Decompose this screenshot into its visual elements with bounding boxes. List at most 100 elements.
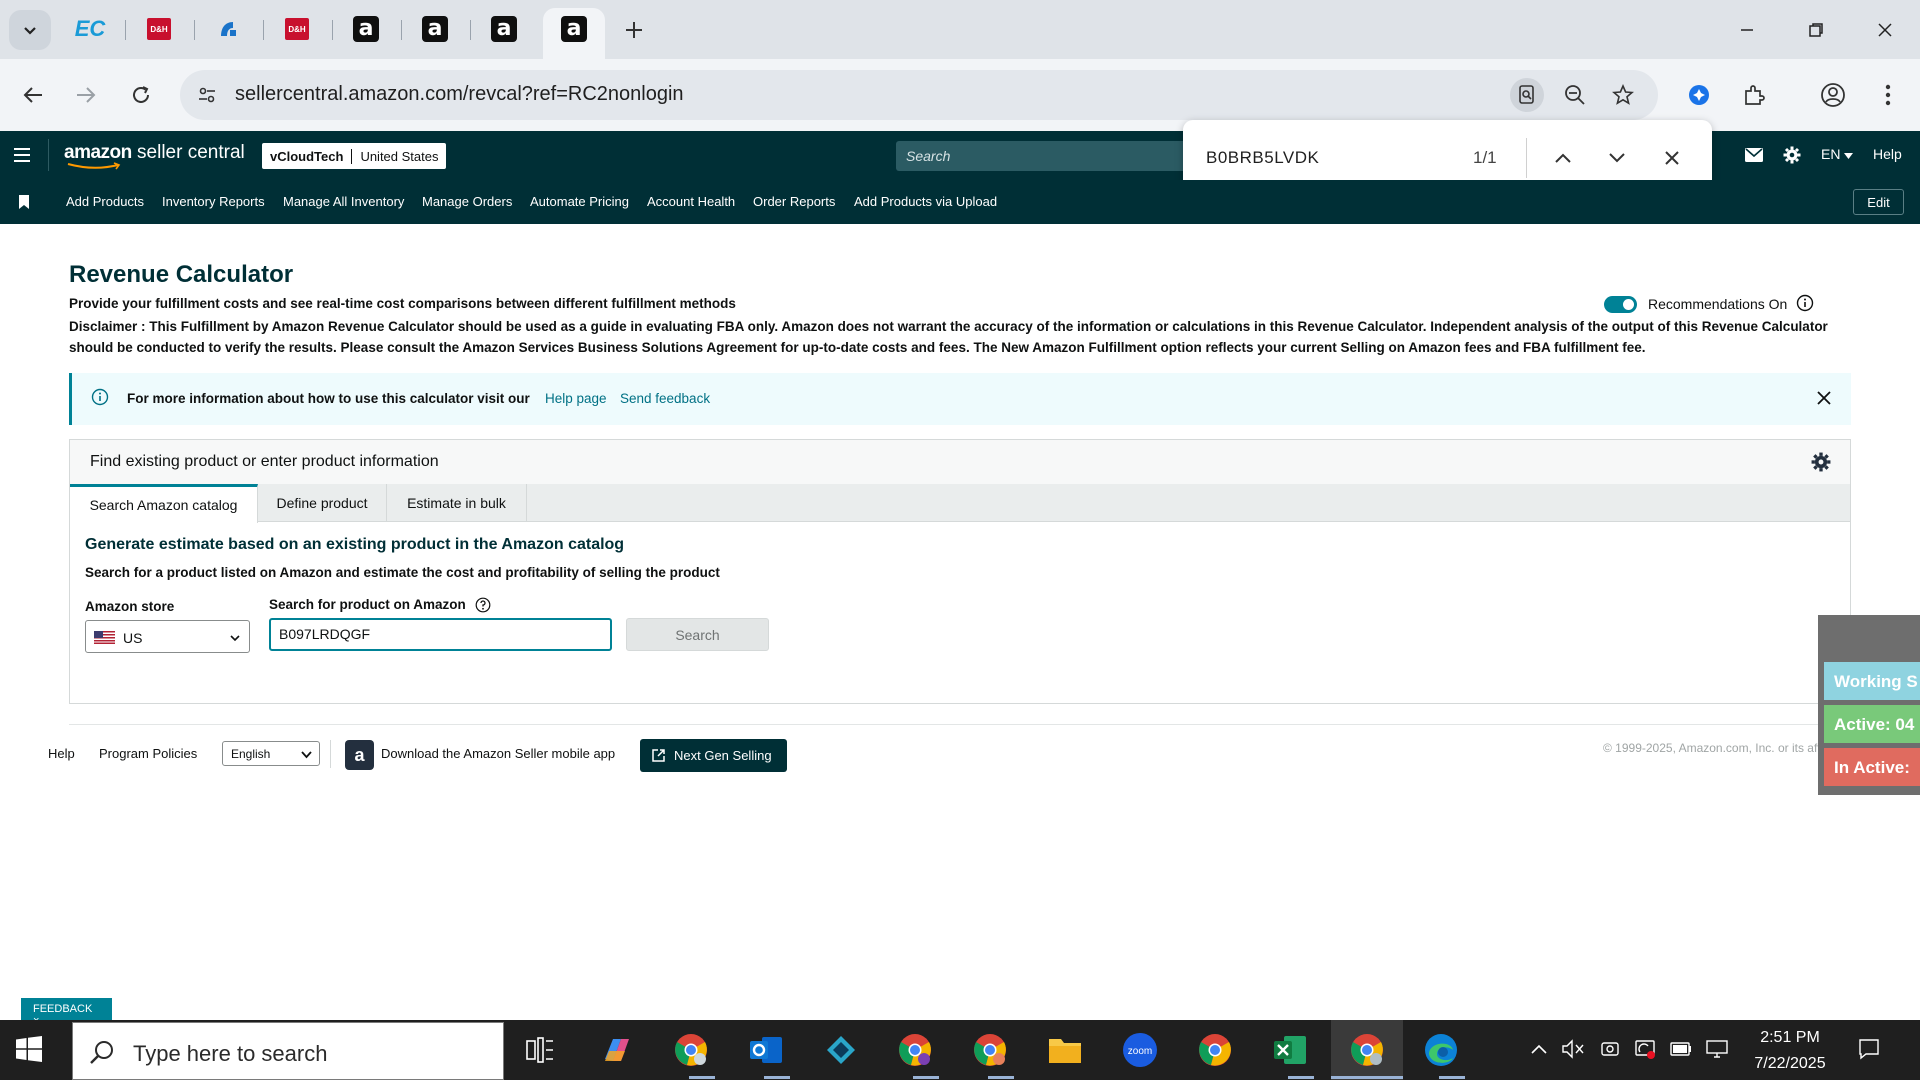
- footer-language-select[interactable]: English: [222, 741, 320, 766]
- nav-automate-pricing[interactable]: Automate Pricing: [530, 194, 629, 209]
- edge-app[interactable]: [1422, 1031, 1460, 1069]
- find-in-page-button[interactable]: [1510, 78, 1544, 112]
- update-tray-button[interactable]: [1634, 1038, 1656, 1060]
- clock-time: 2:51 PM: [1760, 1029, 1820, 1046]
- forward-button[interactable]: [66, 75, 106, 115]
- tray-overflow-button[interactable]: [1528, 1038, 1550, 1060]
- nav-inventory-reports[interactable]: Inventory Reports: [162, 194, 265, 209]
- info-icon[interactable]: [1796, 294, 1814, 312]
- tab-dh-1[interactable]: D&H: [143, 13, 175, 45]
- chrome-profile-app-3[interactable]: [971, 1031, 1009, 1069]
- taskbar-search-box[interactable]: Type here to search: [72, 1022, 504, 1080]
- nav-manage-all-inventory[interactable]: Manage All Inventory: [283, 194, 404, 209]
- nav-add-products[interactable]: Add Products: [66, 194, 144, 209]
- diamond-app[interactable]: [822, 1031, 860, 1069]
- meet-now-button[interactable]: [1599, 1038, 1621, 1060]
- nav-add-products-via-upload[interactable]: Add Products via Upload: [854, 194, 997, 209]
- taskbar-clock[interactable]: 2:51 PM 7/22/2025: [1745, 1025, 1835, 1077]
- extension-button[interactable]: [1679, 75, 1719, 115]
- nav-account-health[interactable]: Account Health: [647, 194, 735, 209]
- site-info-button[interactable]: [190, 78, 224, 112]
- tab-estimate-in-bulk[interactable]: Estimate in bulk: [387, 484, 527, 522]
- new-tab-button[interactable]: [620, 14, 648, 46]
- hamburger-menu-icon[interactable]: [12, 145, 32, 165]
- tab-search-button[interactable]: [9, 10, 51, 50]
- tab-amazon-3[interactable]: a: [488, 13, 520, 45]
- tab-amazon-active[interactable]: a: [543, 8, 605, 59]
- tab-dh-2[interactable]: D&H: [281, 13, 313, 45]
- zoom-button[interactable]: [1558, 78, 1592, 112]
- camera-icon: [1601, 1042, 1619, 1056]
- nav-edit-button[interactable]: Edit: [1853, 189, 1904, 215]
- reload-button[interactable]: [121, 75, 161, 115]
- settings-button[interactable]: [1780, 143, 1804, 167]
- close-icon[interactable]: [1815, 389, 1833, 407]
- status-inactive[interactable]: In Active:: [1824, 748, 1920, 786]
- header-search-input[interactable]: Search: [896, 141, 1186, 171]
- help-page-link[interactable]: Help page: [545, 391, 607, 406]
- windows-start-icon[interactable]: [16, 1036, 42, 1062]
- help-link[interactable]: Help: [1873, 146, 1902, 162]
- account-switcher[interactable]: vCloudTech United States: [262, 143, 447, 169]
- nav-manage-orders[interactable]: Manage Orders: [422, 194, 512, 209]
- tab-define-product[interactable]: Define product: [258, 484, 387, 522]
- tab-search-amazon-catalog[interactable]: Search Amazon catalog: [70, 484, 258, 523]
- tab-blue-app[interactable]: [212, 13, 244, 45]
- footer-help-link[interactable]: Help: [48, 746, 75, 761]
- messages-button[interactable]: [1742, 143, 1766, 167]
- chrome-profile-app-1[interactable]: [672, 1031, 710, 1069]
- language-selector[interactable]: EN: [1821, 146, 1854, 162]
- chrome-profile-app-active[interactable]: [1348, 1031, 1386, 1069]
- url-text: sellercentral.amazon.com/revcal?ref=RC2n…: [235, 83, 684, 105]
- feedback-tab[interactable]: FEEDBACK ×: [21, 998, 112, 1027]
- card-title: Find existing product or enter product i…: [90, 453, 439, 470]
- seller-app-icon[interactable]: a: [345, 740, 374, 770]
- find-input[interactable]: B0BRB5LVDK: [1206, 148, 1319, 168]
- profile-button[interactable]: [1813, 75, 1853, 115]
- search-button[interactable]: Search: [626, 618, 769, 651]
- footer-language-value: English: [231, 747, 271, 761]
- task-view-icon: [526, 1037, 553, 1063]
- restore-button[interactable]: [1794, 10, 1838, 50]
- download-app-link[interactable]: Download the Amazon Seller mobile app: [381, 746, 615, 761]
- back-button[interactable]: [13, 75, 53, 115]
- tab-ec[interactable]: EC: [74, 13, 106, 45]
- copilot-app[interactable]: [597, 1031, 635, 1069]
- address-bar[interactable]: sellercentral.amazon.com/revcal?ref=RC2n…: [180, 70, 1658, 120]
- diamond-app-icon: [827, 1036, 855, 1064]
- status-active[interactable]: Active: 04: [1824, 705, 1920, 743]
- chrome-profile-app-2[interactable]: [896, 1031, 934, 1069]
- browser-menu-button[interactable]: [1868, 75, 1908, 115]
- excel-app[interactable]: [1271, 1031, 1309, 1069]
- file-explorer-app[interactable]: [1046, 1031, 1084, 1069]
- zoom-app[interactable]: zoom: [1121, 1031, 1159, 1069]
- find-next-button[interactable]: [1600, 141, 1634, 175]
- gear-icon[interactable]: [1811, 452, 1831, 472]
- recommendations-toggle[interactable]: [1604, 296, 1637, 313]
- extensions-menu-button[interactable]: [1734, 75, 1774, 115]
- chrome-app[interactable]: [1196, 1031, 1234, 1069]
- minimize-button[interactable]: [1725, 10, 1769, 50]
- bookmark-star-button[interactable]: [1606, 78, 1640, 112]
- next-gen-selling-button[interactable]: Next Gen Selling: [640, 739, 787, 772]
- task-view-button[interactable]: [521, 1031, 559, 1069]
- nav-order-reports[interactable]: Order Reports: [753, 194, 835, 209]
- send-feedback-link[interactable]: Send feedback: [620, 391, 710, 406]
- notification-center-button[interactable]: [1858, 1038, 1880, 1060]
- amazon-store-select[interactable]: US: [85, 620, 250, 653]
- network-button[interactable]: [1706, 1038, 1728, 1060]
- tab-amazon-2[interactable]: a: [419, 13, 451, 45]
- product-search-input[interactable]: B097LRDQGF: [269, 618, 612, 651]
- close-window-button[interactable]: [1863, 10, 1907, 50]
- footer-program-policies-link[interactable]: Program Policies: [99, 746, 197, 761]
- volume-button[interactable]: [1562, 1038, 1584, 1060]
- tab-amazon-1[interactable]: a: [350, 13, 382, 45]
- find-close-button[interactable]: [1655, 141, 1689, 175]
- status-working[interactable]: Working S: [1824, 662, 1920, 700]
- outlook-app[interactable]: [747, 1031, 785, 1069]
- help-circle-icon[interactable]: [475, 597, 491, 613]
- find-previous-button[interactable]: [1546, 141, 1580, 175]
- seller-central-logo[interactable]: amazon seller central: [64, 142, 245, 170]
- battery-button[interactable]: [1670, 1038, 1692, 1060]
- bookmark-icon[interactable]: [19, 195, 29, 209]
